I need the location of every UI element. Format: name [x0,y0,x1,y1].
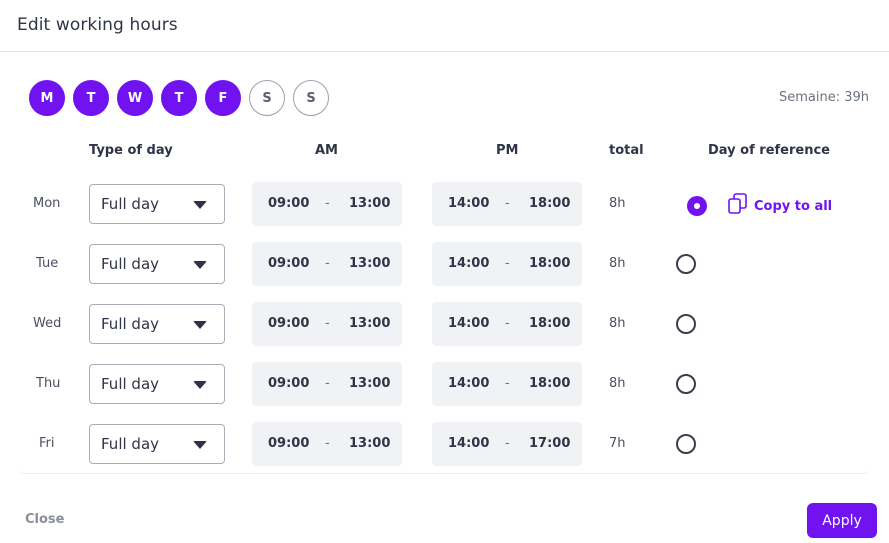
day-type-value: Full day [101,315,160,333]
reference-day-radio[interactable] [687,196,707,216]
copy-to-all-label: Copy to all [754,198,833,214]
pm-start-input[interactable]: 14:00 [448,376,489,391]
chevron-down-icon [193,261,207,269]
pm-start-input[interactable]: 14:00 [448,436,489,451]
time-separator: - [505,256,510,271]
table-row: Fri Full day 09:00 - 13:00 14:00 - 17:00… [0,422,889,466]
row-day-label: Wed [33,316,62,331]
time-separator: - [325,196,330,211]
modal-title: Edit working hours [17,15,178,35]
chevron-down-icon [193,441,207,449]
pm-time-range: 14:00 - 18:00 [432,242,582,286]
column-header-pm: PM [496,143,519,158]
column-header-total: total [609,143,644,158]
am-time-range: 09:00 - 13:00 [252,182,402,226]
am-end-input[interactable]: 13:00 [349,256,390,271]
time-separator: - [505,376,510,391]
weekday-toggle-sunday[interactable]: S [293,80,329,116]
table-row: Wed Full day 09:00 - 13:00 14:00 - 18:00… [0,302,889,346]
day-type-select[interactable]: Full day [89,364,225,404]
copy-icon [728,193,748,219]
pm-start-input[interactable]: 14:00 [448,316,489,331]
row-total: 8h [609,376,626,391]
weekday-selector: M T W T F S S [29,80,329,116]
row-day-label: Fri [39,436,55,451]
time-separator: - [325,436,330,451]
table-bottom-border [17,462,869,474]
day-type-value: Full day [101,375,160,393]
pm-end-input[interactable]: 18:00 [529,376,570,391]
table-row: Mon Full day 09:00 - 13:00 14:00 - 18:00… [0,182,889,226]
reference-day-radio[interactable] [676,314,696,334]
am-time-range: 09:00 - 13:00 [252,362,402,406]
table-row: Tue Full day 09:00 - 13:00 14:00 - 18:00… [0,242,889,286]
apply-button[interactable]: Apply [807,503,877,538]
pm-end-input[interactable]: 17:00 [529,436,570,451]
pm-time-range: 14:00 - 17:00 [432,422,582,466]
am-start-input[interactable]: 09:00 [268,256,309,271]
column-header-day-of-reference: Day of reference [708,143,830,158]
am-start-input[interactable]: 09:00 [268,436,309,451]
pm-time-range: 14:00 - 18:00 [432,302,582,346]
chevron-down-icon [193,201,207,209]
weekday-toggle-saturday[interactable]: S [249,80,285,116]
row-total: 7h [609,436,626,451]
weekday-toggle-monday[interactable]: M [29,80,65,116]
day-type-value: Full day [101,255,160,273]
am-start-input[interactable]: 09:00 [268,196,309,211]
table-row: Thu Full day 09:00 - 13:00 14:00 - 18:00… [0,362,889,406]
pm-start-input[interactable]: 14:00 [448,256,489,271]
row-total: 8h [609,316,626,331]
modal-header: Edit working hours [0,0,889,52]
row-day-label: Tue [36,256,59,271]
reference-day-radio[interactable] [676,254,696,274]
row-total: 8h [609,196,626,211]
day-type-select[interactable]: Full day [89,304,225,344]
weekday-toggle-tuesday[interactable]: T [73,80,109,116]
chevron-down-icon [193,381,207,389]
day-type-value: Full day [101,435,160,453]
day-type-select[interactable]: Full day [89,244,225,284]
weekday-toggle-thursday[interactable]: T [161,80,197,116]
column-header-am: AM [315,143,338,158]
day-type-value: Full day [101,195,160,213]
pm-start-input[interactable]: 14:00 [448,196,489,211]
am-start-input[interactable]: 09:00 [268,376,309,391]
am-time-range: 09:00 - 13:00 [252,242,402,286]
am-start-input[interactable]: 09:00 [268,316,309,331]
am-end-input[interactable]: 13:00 [349,196,390,211]
am-end-input[interactable]: 13:00 [349,376,390,391]
pm-end-input[interactable]: 18:00 [529,196,570,211]
time-separator: - [505,196,510,211]
am-end-input[interactable]: 13:00 [349,316,390,331]
reference-day-radio[interactable] [676,374,696,394]
am-time-range: 09:00 - 13:00 [252,422,402,466]
day-type-select[interactable]: Full day [89,424,225,464]
time-separator: - [505,436,510,451]
day-type-select[interactable]: Full day [89,184,225,224]
row-day-label: Thu [36,376,61,391]
reference-day-radio[interactable] [676,434,696,454]
row-total: 8h [609,256,626,271]
time-separator: - [325,256,330,271]
weekly-total: Semaine: 39h [778,90,869,105]
time-separator: - [505,316,510,331]
chevron-down-icon [193,321,207,329]
weekday-toggle-wednesday[interactable]: W [117,80,153,116]
weekday-toggle-friday[interactable]: F [205,80,241,116]
pm-end-input[interactable]: 18:00 [529,316,570,331]
row-day-label: Mon [33,196,61,211]
copy-to-all-button[interactable]: Copy to all [728,193,832,219]
pm-time-range: 14:00 - 18:00 [432,362,582,406]
time-separator: - [325,376,330,391]
time-separator: - [325,316,330,331]
pm-end-input[interactable]: 18:00 [529,256,570,271]
close-button[interactable]: Close [25,512,64,527]
am-end-input[interactable]: 13:00 [349,436,390,451]
pm-time-range: 14:00 - 18:00 [432,182,582,226]
am-time-range: 09:00 - 13:00 [252,302,402,346]
column-header-type-of-day: Type of day [89,143,173,158]
